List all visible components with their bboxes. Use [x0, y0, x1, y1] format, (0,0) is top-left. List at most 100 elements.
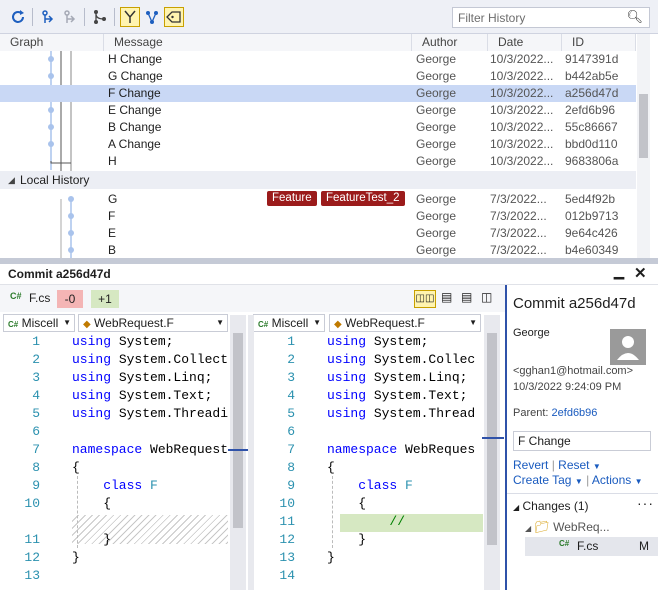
column-header-date[interactable]: Date — [488, 34, 562, 51]
collapse-triangle-icon[interactable]: ◢ — [513, 503, 519, 512]
history-toolbar: Filter History 🔍︎ — [0, 0, 658, 34]
left-scrollbar[interactable] — [230, 315, 246, 590]
history-row[interactable]: B George 7/3/2022... b4e60349 — [0, 242, 636, 258]
column-header-author[interactable]: Author — [412, 34, 488, 51]
filter-history-input[interactable]: Filter History 🔍︎ — [452, 7, 650, 28]
history-row[interactable]: H Change George 10/3/2022... 9147391d — [0, 51, 636, 68]
chevron-down-icon[interactable]: ▼ — [593, 462, 601, 471]
left-project-dropdown[interactable]: C# Miscell ▼ — [3, 314, 75, 332]
inline-view-icon[interactable]: ▤ — [441, 290, 452, 304]
history-row[interactable]: E George 7/3/2022... 9e64c426 — [0, 225, 636, 242]
right-file-view-icon[interactable]: ◫ — [481, 290, 492, 304]
column-header-id[interactable]: ID — [562, 34, 636, 51]
line-number: 3 — [32, 370, 40, 385]
parent-link[interactable]: 2efd6b96 — [552, 407, 598, 419]
chevron-down-icon: ▼ — [313, 318, 321, 327]
reset-link[interactable]: Reset — [558, 458, 589, 472]
go-forward-icon[interactable] — [60, 7, 80, 27]
history-row[interactable]: B Change George 10/3/2022... 55c86667 — [0, 119, 636, 136]
row-id: 5ed4f92b — [565, 192, 616, 206]
row-date: 7/3/2022... — [490, 243, 547, 257]
details-parent: Parent: 2efd6b96 — [513, 407, 597, 419]
code-line: using System.Linq; — [72, 370, 213, 385]
chevron-down-icon[interactable]: ▼ — [635, 477, 643, 486]
right-scrollbar[interactable] — [484, 315, 500, 590]
right-class-label: WebRequest.F — [345, 316, 425, 330]
code-line: namespace WebReques — [327, 442, 476, 457]
first-parent-icon[interactable] — [120, 7, 140, 27]
changed-file-status: M — [639, 539, 649, 553]
left-project-label: Miscell — [21, 316, 59, 330]
left-class-dropdown[interactable]: ◆ WebRequest.F ▼ — [78, 314, 228, 332]
row-author: George — [416, 243, 457, 257]
minimize-icon[interactable]: ▁ — [614, 264, 624, 280]
details-title: Commit a256d47d — [513, 295, 636, 312]
tag-badge[interactable]: Feature — [267, 191, 317, 206]
right-code-pane[interactable]: 1 using System; 2 using System.Collec 3 using… — [255, 334, 483, 590]
search-icon[interactable]: 🔍︎ — [626, 9, 643, 25]
column-header-graph[interactable]: Graph — [0, 34, 104, 51]
history-row[interactable]: G Change George 10/3/2022... b442ab5e — [0, 68, 636, 85]
code-line: using System.Threadin — [72, 406, 228, 421]
refresh-icon[interactable] — [8, 7, 28, 27]
filter-placeholder: Filter History — [458, 11, 526, 25]
close-icon[interactable]: ✕ — [634, 264, 647, 282]
line-number: 8 — [32, 460, 40, 475]
line-number: 9 — [32, 478, 40, 493]
folder-item[interactable]: ◢ 📁︎ WebReq... — [525, 520, 610, 534]
chevron-down-icon[interactable]: ▼ — [575, 477, 583, 486]
create-tag-link[interactable]: Create Tag — [513, 473, 571, 487]
local-history-group[interactable]: ◢ Local History — [0, 171, 636, 189]
history-row-selected[interactable]: F Change George 10/3/2022... a256d47d — [0, 85, 636, 102]
history-row[interactable]: F George 7/3/2022... 012b9713 — [0, 208, 636, 225]
chevron-down-icon: ▼ — [469, 318, 477, 327]
history-scrollbar[interactable] — [637, 34, 650, 258]
chevron-down-icon: ▼ — [63, 318, 71, 327]
show-merge-icon[interactable] — [142, 7, 162, 27]
row-author: George — [416, 226, 457, 240]
branch-graph-icon[interactable] — [90, 7, 110, 27]
right-project-dropdown[interactable]: C# Miscell ▼ — [253, 314, 325, 332]
csharp-file-icon: C# — [10, 291, 22, 301]
more-options-icon[interactable]: ··· — [637, 495, 654, 511]
go-back-icon[interactable] — [38, 7, 58, 27]
collapse-triangle-icon[interactable]: ◢ — [525, 524, 531, 533]
actions-link[interactable]: Actions — [592, 473, 631, 487]
csharp-file-icon: C# — [559, 539, 570, 548]
folder-icon: 📁︎ — [534, 520, 550, 534]
code-line: { — [72, 460, 80, 475]
line-number: 4 — [32, 388, 40, 403]
code-line: class F — [327, 478, 413, 493]
revert-link[interactable]: Revert — [513, 458, 548, 472]
history-row[interactable]: E Change George 10/3/2022... 2efd6b96 — [0, 102, 636, 119]
line-number: 1 — [32, 334, 40, 349]
right-class-dropdown[interactable]: ◆ WebRequest.F ▼ — [329, 314, 481, 332]
code-line: } — [72, 550, 80, 565]
line-number: 12 — [24, 550, 40, 565]
tag-badge[interactable]: FeatureTest_2 — [321, 191, 405, 206]
commit-message-box[interactable]: F Change — [513, 431, 651, 451]
collapse-triangle-icon[interactable]: ◢ — [8, 171, 15, 189]
left-code-pane[interactable]: 1 using System; 2 using System.Collecti 3 usi… — [0, 334, 228, 590]
history-row[interactable]: G Feature FeatureTest_2 George 7/3/2022.… — [0, 191, 636, 208]
details-email: <gghan1@hotmail.com> — [513, 365, 634, 377]
line-number: 8 — [287, 460, 295, 475]
row-id: 55c86667 — [565, 120, 618, 134]
left-file-view-icon[interactable]: ▤ — [461, 290, 472, 304]
changes-header[interactable]: ◢ Changes (1) — [513, 499, 589, 513]
line-number: 13 — [279, 550, 295, 565]
folder-label: WebReq... — [553, 520, 610, 534]
column-header-message[interactable]: Message — [104, 34, 412, 51]
side-by-side-icon[interactable]: ◫◫ — [414, 290, 436, 308]
changed-file-name: F.cs — [577, 539, 599, 553]
row-message: B Change — [108, 120, 162, 134]
row-message: F — [108, 209, 116, 223]
row-date: 10/3/2022... — [490, 154, 554, 168]
history-row[interactable]: H George 10/3/2022... 9683806a — [0, 153, 636, 170]
changed-file-item[interactable]: C# F.cs M — [525, 537, 658, 556]
show-tags-icon[interactable] — [164, 7, 184, 27]
history-row[interactable]: A Change George 10/3/2022... bbd0d110 — [0, 136, 636, 153]
row-date: 10/3/2022... — [490, 69, 554, 83]
diff-marker — [228, 449, 250, 451]
file-name[interactable]: F.cs — [29, 291, 50, 305]
